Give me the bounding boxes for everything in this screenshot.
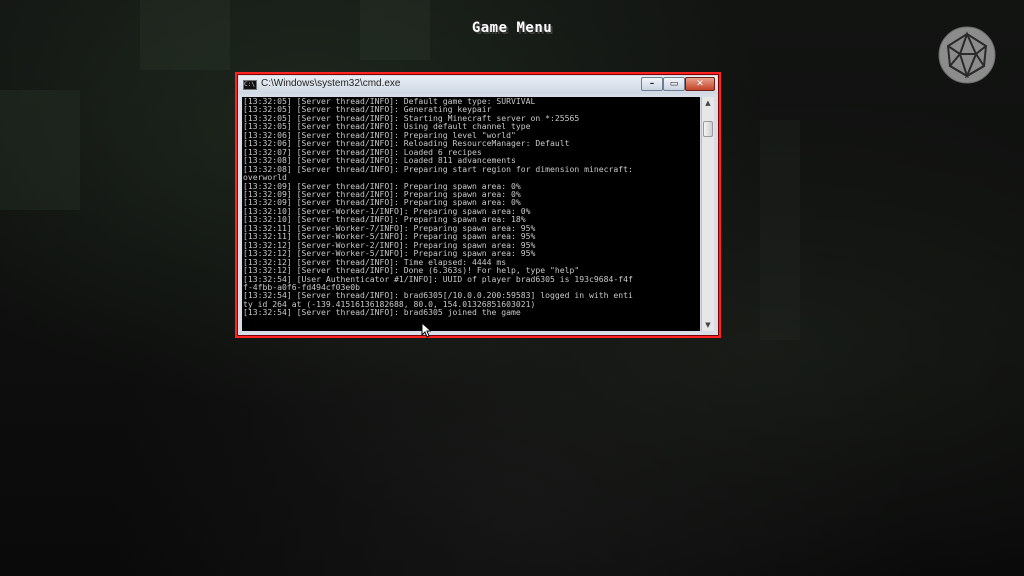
scroll-up-arrow-icon[interactable]: ▲: [702, 97, 714, 109]
game-menu-title: Game Menu: [471, 20, 553, 36]
window-title: C:\Windows\system32\cmd.exe: [261, 78, 401, 89]
background-foliage: [0, 90, 80, 210]
scroll-down-arrow-icon[interactable]: ▼: [702, 319, 714, 331]
vertical-scrollbar[interactable]: ▲ ▼: [701, 97, 714, 331]
background-tree-trunk: [760, 120, 800, 340]
mouse-cursor-icon: [421, 322, 431, 338]
window-titlebar[interactable]: C:\ C:\Windows\system32\cmd.exe – ▭ ✕: [239, 76, 717, 94]
console-line: [13:32:54] [Server thread/INFO]: brad630…: [243, 307, 521, 318]
console-output[interactable]: [13:32:05] [Server thread/INFO]: Default…: [242, 97, 700, 331]
cmd-window[interactable]: C:\ C:\Windows\system32\cmd.exe – ▭ ✕ [1…: [235, 72, 721, 338]
maximize-button[interactable]: ▭: [663, 77, 685, 91]
close-button[interactable]: ✕: [685, 77, 715, 91]
cmd-icon: C:\: [243, 80, 257, 90]
d20-dice-icon[interactable]: [938, 26, 996, 84]
minimize-button[interactable]: –: [641, 77, 663, 91]
scroll-thumb[interactable]: [703, 121, 713, 137]
console-line: [13:32:08] [Server thread/INFO]: Prepari…: [243, 163, 633, 174]
